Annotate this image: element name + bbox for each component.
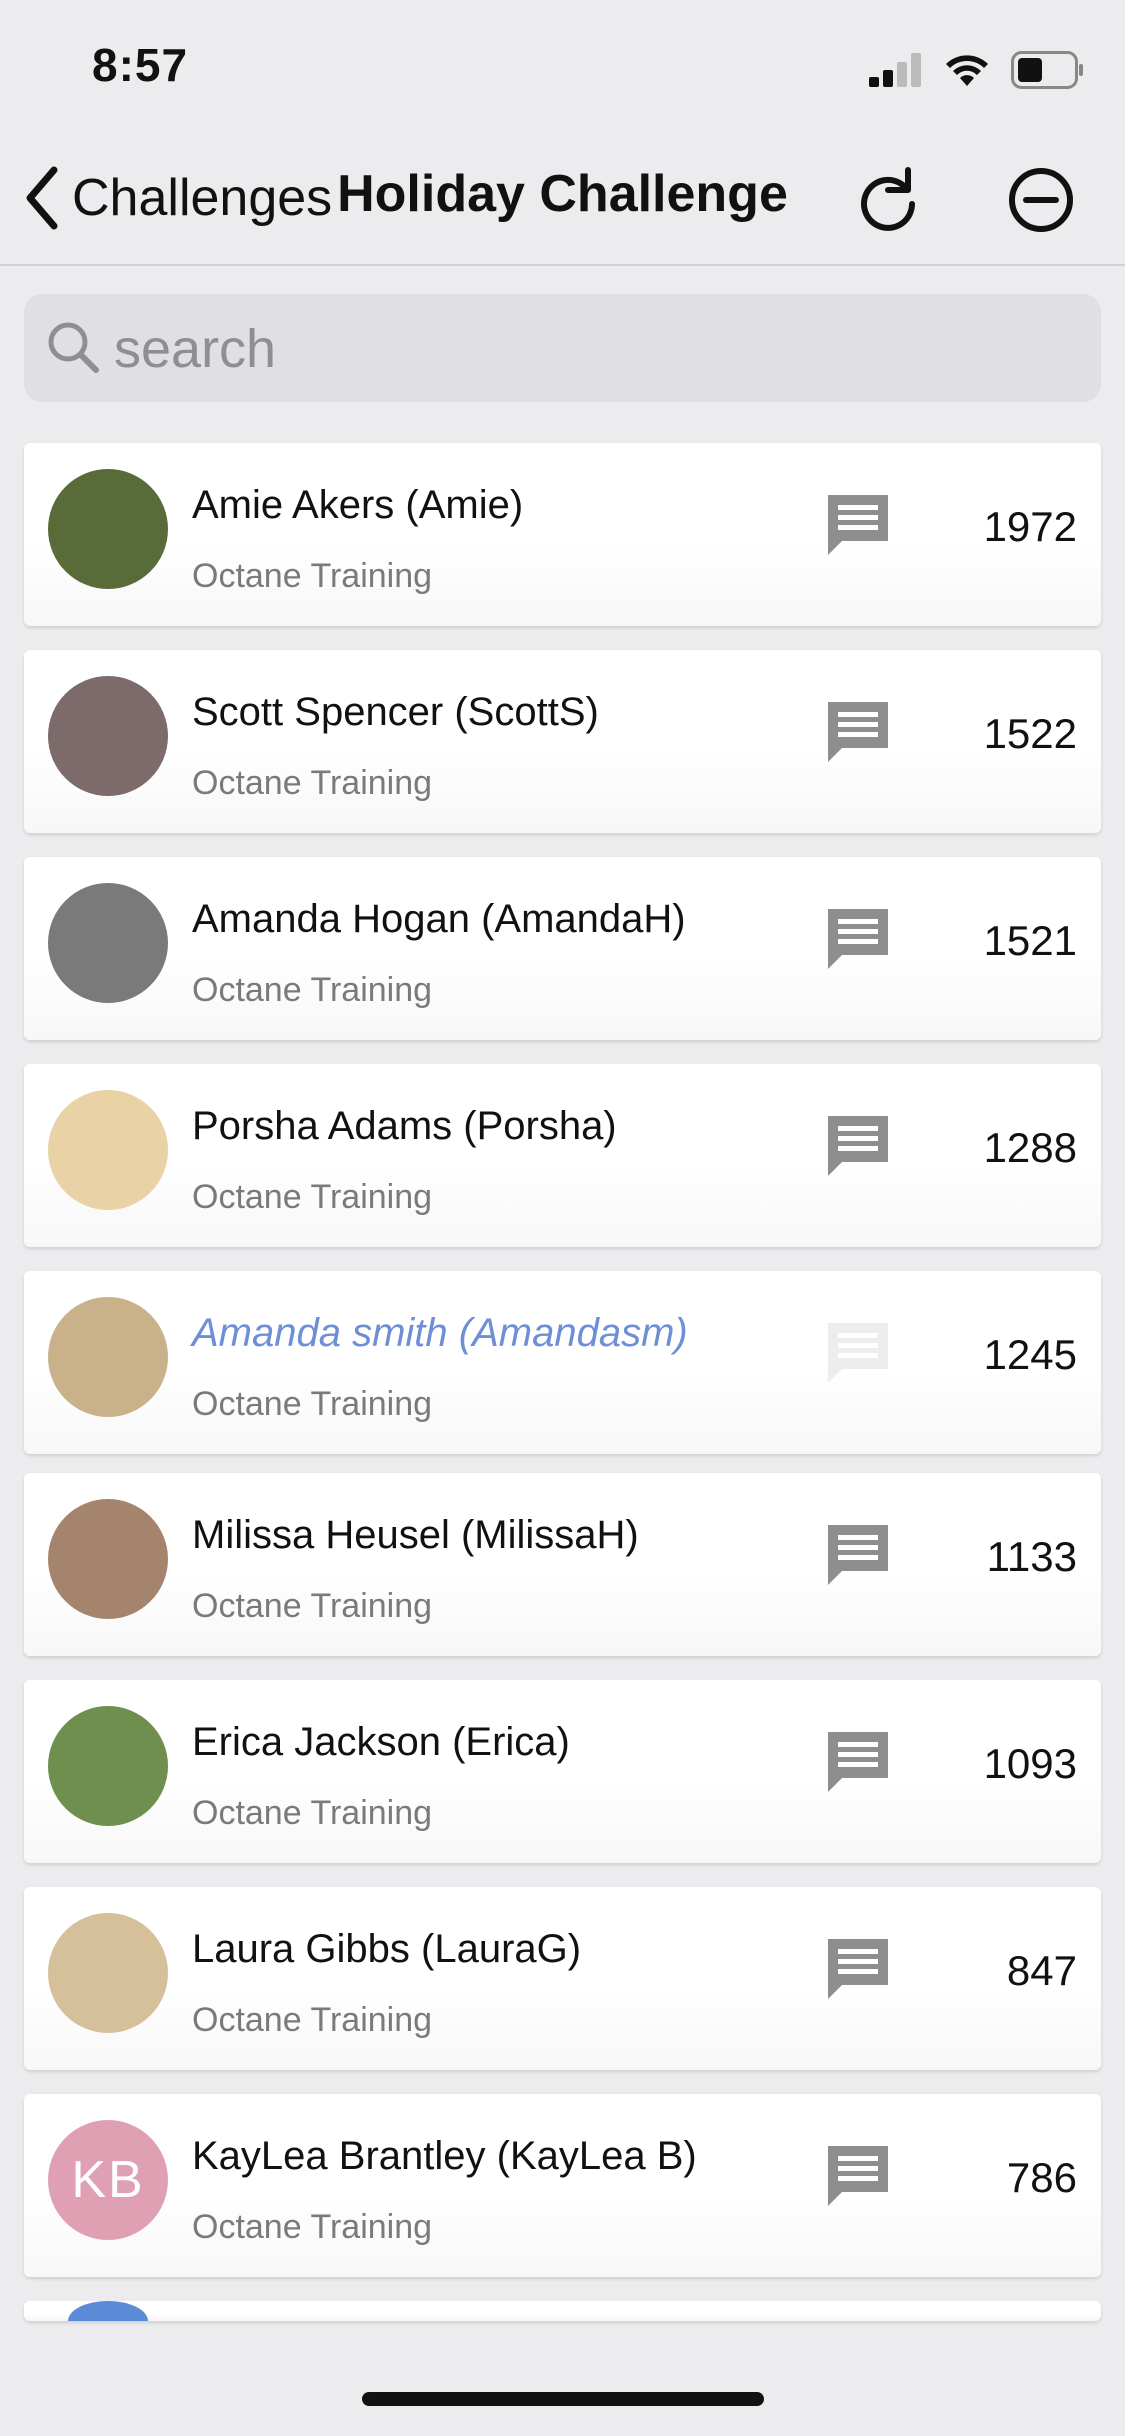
team-name: Octane Training (192, 1178, 433, 1216)
avatar (48, 1499, 168, 1619)
participant-row[interactable]: Milissa Heusel (MilissaH) Octane Trainin… (24, 1473, 1101, 1656)
chat-bubble-icon (828, 2146, 888, 2206)
search-bar (24, 294, 1101, 402)
avatar (48, 1706, 168, 1826)
avatar (48, 1913, 168, 2033)
message-button[interactable] (824, 491, 892, 559)
participant-name: Amie Akers (Amie) (192, 483, 524, 527)
participant-name: Laura Gibbs (LauraG) (192, 1927, 582, 1971)
chat-bubble-icon (828, 495, 888, 555)
status-icons (869, 48, 1085, 92)
score: 1522 (983, 710, 1077, 757)
score: 847 (1006, 1947, 1077, 1994)
refresh-icon (861, 167, 915, 231)
search-input[interactable] (112, 312, 1076, 386)
message-button[interactable] (824, 698, 892, 766)
page-title: Holiday Challenge (337, 165, 788, 223)
avatar (48, 469, 168, 589)
score: 1245 (983, 1331, 1077, 1378)
participant-name: Milissa Heusel (MilissaH) (192, 1513, 639, 1557)
message-button-disabled (824, 1319, 892, 1387)
team-name: Octane Training (192, 1587, 433, 1625)
cellular-signal-icon (869, 53, 921, 87)
score: 786 (1006, 2154, 1077, 2201)
home-indicator[interactable] (362, 2392, 764, 2406)
message-button[interactable] (824, 905, 892, 973)
avatar (48, 1090, 168, 1210)
leave-challenge-button[interactable] (1005, 164, 1077, 236)
team-name: Octane Training (192, 2001, 433, 2039)
participant-row[interactable]: Porsha Adams (Porsha) Octane Training 12… (24, 1064, 1101, 1247)
message-button[interactable] (824, 1112, 892, 1180)
participant-name: Scott Spencer (ScottS) (192, 690, 599, 734)
wifi-icon (946, 55, 988, 86)
team-name: Octane Training (192, 1385, 433, 1423)
chat-bubble-icon (828, 1116, 888, 1176)
score: 1288 (983, 1124, 1077, 1171)
score: 1093 (983, 1740, 1077, 1787)
chat-bubble-icon (828, 909, 888, 969)
status-time: 8:57 (92, 39, 189, 91)
participant-row[interactable]: Erica Jackson (Erica) Octane Training 10… (24, 1680, 1101, 1863)
participant-row[interactable]: Amie Akers (Amie) Octane Training 1972 (24, 443, 1101, 626)
avatar (48, 1297, 168, 1417)
chat-bubble-icon (828, 1525, 888, 1585)
score: 1972 (983, 503, 1077, 550)
avatar (48, 883, 168, 1003)
avatar-initials: KB (71, 2151, 145, 2209)
message-button[interactable] (824, 1521, 892, 1589)
avatar (48, 676, 168, 796)
participant-name: Erica Jackson (Erica) (192, 1720, 570, 1764)
participant-row[interactable]: KB KayLea Brantley (KayLea B) Octane Tra… (24, 2094, 1101, 2277)
team-name: Octane Training (192, 2208, 433, 2246)
avatar: KB (48, 2120, 168, 2240)
team-name: Octane Training (192, 1794, 433, 1832)
team-name: Octane Training (192, 557, 433, 595)
participant-row[interactable]: Scott Spencer (ScottS) Octane Training 1… (24, 650, 1101, 833)
avatar (68, 2301, 148, 2321)
score: 1521 (983, 917, 1077, 964)
participant-name: Amanda smith (Amandasm) (192, 1311, 688, 1355)
battery-icon (1011, 51, 1083, 89)
search-icon (48, 322, 99, 373)
participant-row-partial[interactable] (24, 2301, 1101, 2321)
message-button[interactable] (824, 2142, 892, 2210)
chat-bubble-icon (828, 1939, 888, 1999)
participant-name: Amanda Hogan (AmandaH) (192, 897, 686, 941)
team-name: Octane Training (192, 971, 433, 1009)
participant-name: Porsha Adams (Porsha) (192, 1104, 617, 1148)
refresh-button[interactable] (852, 164, 924, 236)
chat-bubble-icon (828, 702, 888, 762)
team-name: Octane Training (192, 764, 433, 802)
participant-row[interactable]: Amanda Hogan (AmandaH) Octane Training 1… (24, 857, 1101, 1040)
message-button[interactable] (824, 1728, 892, 1796)
participant-row[interactable]: Laura Gibbs (LauraG) Octane Training 847 (24, 1887, 1101, 2070)
minus-circle-icon (1009, 168, 1073, 232)
chat-bubble-icon (828, 1732, 888, 1792)
participant-row-current-user[interactable]: Amanda smith (Amandasm) Octane Training … (24, 1271, 1101, 1454)
participant-name: KayLea Brantley (KayLea B) (192, 2134, 697, 2178)
chat-bubble-icon (828, 1323, 888, 1383)
status-bar: 8:57 (0, 0, 1125, 132)
message-button[interactable] (824, 1935, 892, 2003)
navigation-bar: Challenges Holiday Challenge (0, 132, 1125, 266)
score: 1133 (986, 1533, 1077, 1580)
